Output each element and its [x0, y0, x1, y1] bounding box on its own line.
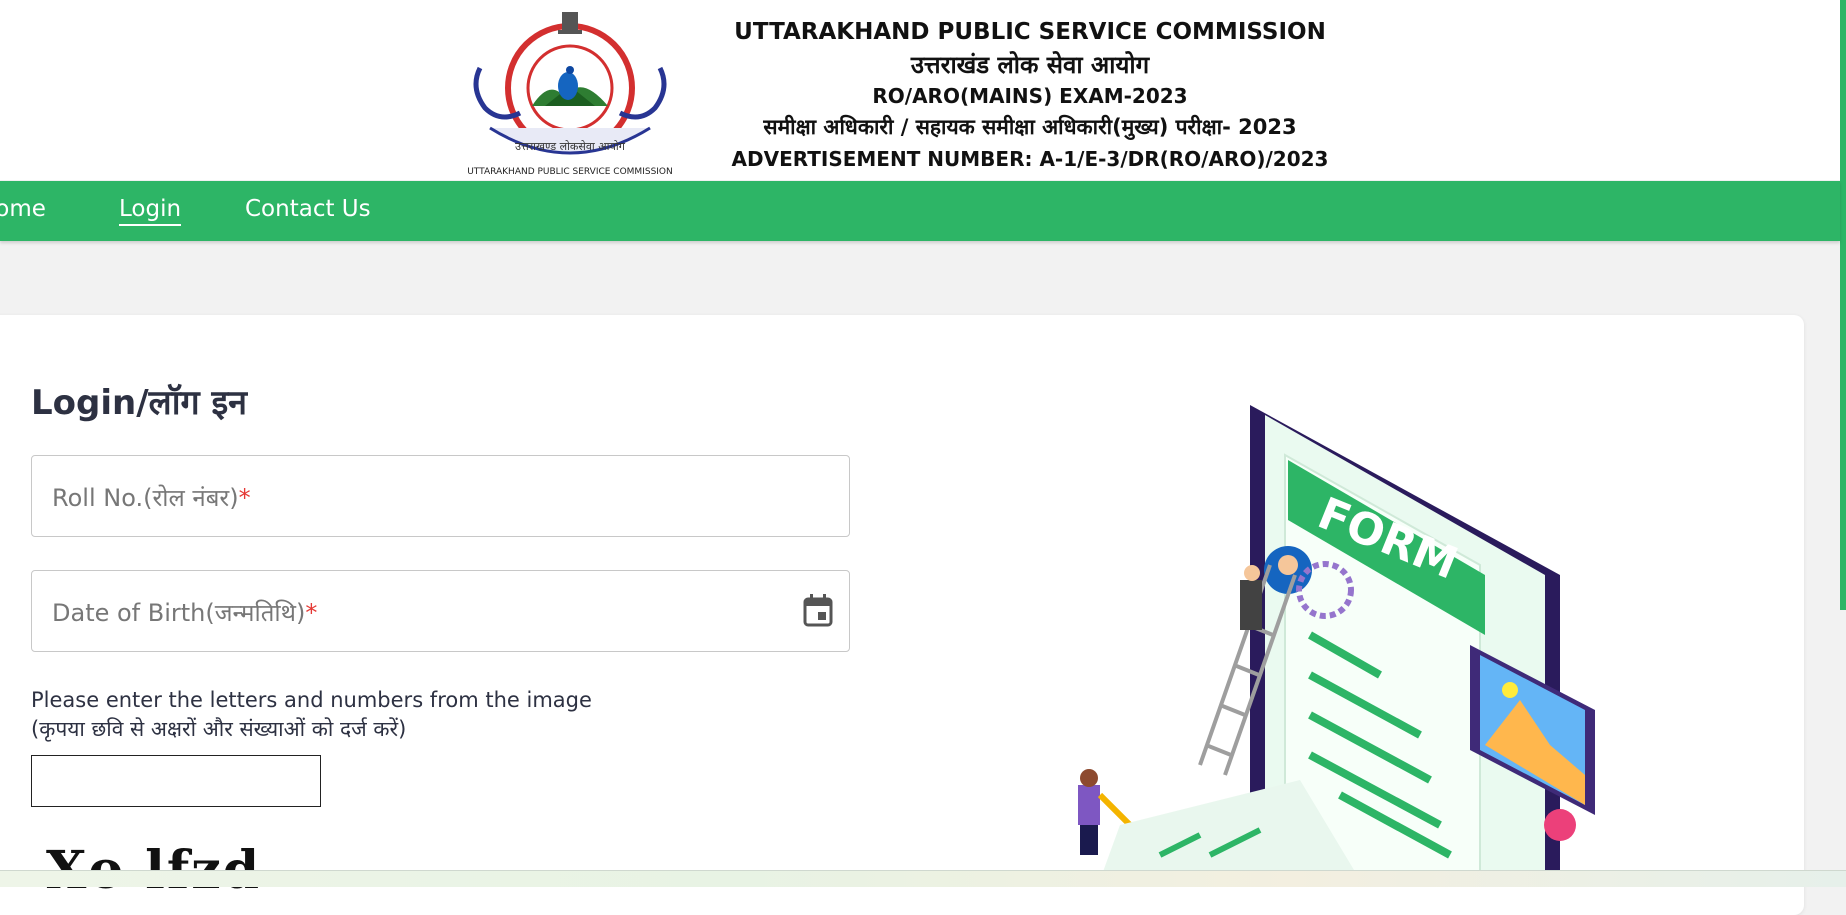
login-heading: Login/लॉग इन [31, 383, 248, 423]
date-of-birth-field[interactable]: Date of Birth(जन्मतिथि)* [31, 570, 850, 652]
nav-home-link[interactable]: Home [0, 196, 46, 222]
advertisement-number: ADVERTISEMENT NUMBER: A-1/E-3/DR(RO/ARO)… [731, 147, 1329, 171]
main-navbar: Home Login Contact Us [0, 181, 1840, 241]
nav-contact-link[interactable]: Contact Us [245, 196, 371, 222]
emblem-caption: UTTARAKHAND PUBLIC SERVICE COMMISSION [467, 167, 673, 177]
commission-name-en: UTTARAKHAND PUBLIC SERVICE COMMISSION [734, 19, 1326, 45]
exam-name-hi: समीक्षा अधिकारी / सहायक समीक्षा अधिकारी(… [763, 115, 1297, 139]
form-illustration: FORM [1078, 405, 1595, 880]
nav-login-link[interactable]: Login [119, 196, 182, 226]
scrollbar-accent [1840, 0, 1846, 610]
required-mark: * [305, 599, 318, 627]
captcha-prompt-en: Please enter the letters and numbers fro… [31, 688, 592, 712]
header-titles: UTTARAKHAND PUBLIC SERVICE COMMISSION उत… [730, 16, 1330, 174]
commission-emblem-logo: उत्तराखण्ड लोकसेवा आयोग UTTARAKHAND PUBL… [467, 12, 673, 177]
roll-number-label: Roll No.(रोल नंबर)* [52, 484, 251, 512]
svg-text:उत्तराखण्ड लोकसेवा आयोग: उत्तराखण्ड लोकसेवा आयोग [515, 140, 626, 153]
roll-number-field[interactable]: Roll No.(रोल नंबर)* [31, 455, 850, 537]
os-taskbar [0, 870, 1846, 887]
commission-name-hi: उत्तराखंड लोक सेवा आयोग [910, 51, 1150, 79]
captcha-prompt: Please enter the letters and numbers fro… [31, 686, 592, 744]
captcha-prompt-hi: (कृपया छवि से अक्षरों और संख्याओं को दर्… [31, 717, 407, 741]
date-of-birth-label: Date of Birth(जन्मतिथि)* [52, 599, 318, 627]
site-header: उत्तराखण्ड लोकसेवा आयोग UTTARAKHAND PUBL… [0, 0, 1846, 180]
exam-name-en: RO/ARO(MAINS) EXAM-2023 [872, 84, 1188, 108]
required-mark: * [238, 484, 251, 512]
captcha-input[interactable] [31, 755, 321, 807]
calendar-icon[interactable] [803, 593, 833, 627]
